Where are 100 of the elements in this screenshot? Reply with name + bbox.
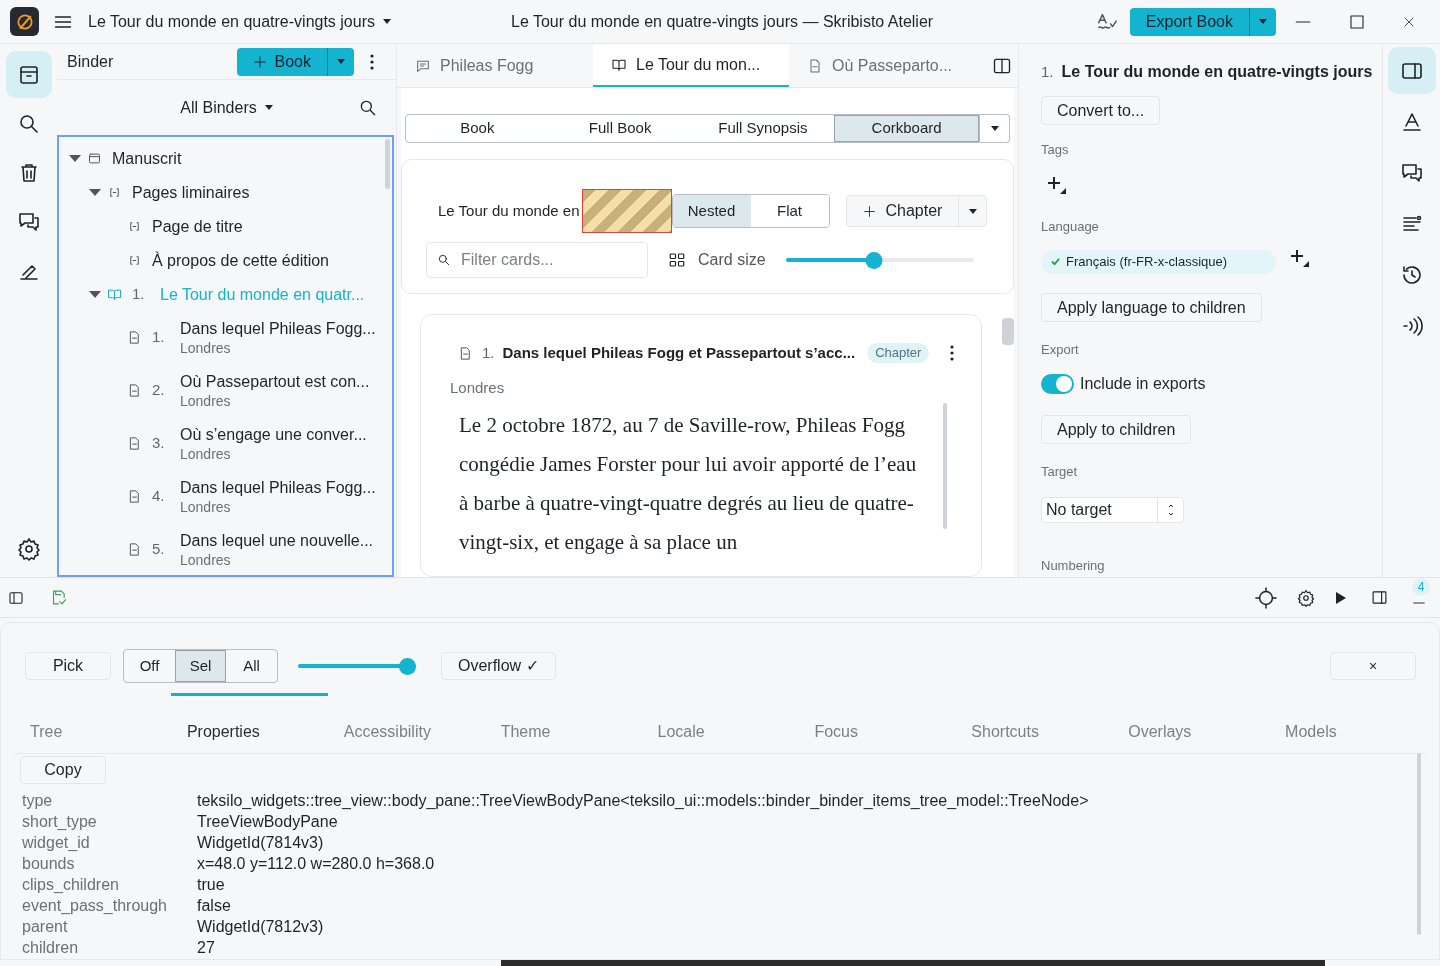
sidebar-button[interactable] bbox=[5, 51, 52, 98]
inspector-title: Le Tour du monde en quatre-vingts jours bbox=[1061, 62, 1373, 82]
devtools-tab[interactable]: Tree bbox=[14, 693, 171, 753]
tree-item-label[interactable]: Dans lequel Phileas Fogg... bbox=[180, 318, 376, 339]
devtools-tab[interactable]: Overlays bbox=[1112, 693, 1270, 753]
opacity-slider[interactable] bbox=[298, 657, 416, 675]
save-status-icon[interactable] bbox=[50, 589, 67, 606]
scrollbar[interactable] bbox=[385, 139, 390, 189]
layout-toggle[interactable]: Nested bbox=[672, 195, 751, 228]
scrollbar[interactable] bbox=[1002, 318, 1014, 345]
convert-button[interactable]: Convert to... bbox=[1041, 96, 1161, 125]
devtools-tab[interactable]: Locale bbox=[641, 693, 799, 753]
add-icon[interactable] bbox=[1290, 248, 1310, 268]
item-subtitle: Londres bbox=[180, 445, 232, 463]
editor-tab[interactable]: Le Tour du mon... bbox=[593, 44, 789, 87]
scrollbar[interactable] bbox=[943, 403, 947, 530]
tree-item-label[interactable]: Où s’engage une conver... bbox=[180, 424, 367, 445]
section-label: Tags bbox=[1041, 142, 1069, 157]
copy-button[interactable]: Copy bbox=[20, 756, 106, 784]
view-mode-button[interactable]: Full Book bbox=[548, 115, 692, 143]
tree-item-label[interactable]: Dans lequel une nouvelle... bbox=[180, 530, 374, 551]
property-value: false bbox=[197, 895, 231, 916]
property-value: WidgetId(7814v3) bbox=[197, 832, 324, 853]
close-button[interactable]: × bbox=[1330, 652, 1416, 680]
devtools-tab[interactable]: Properties bbox=[170, 693, 328, 753]
devtools-tab[interactable]: Models bbox=[1269, 693, 1426, 753]
item-number: 1. bbox=[152, 327, 166, 348]
property-name: short_type bbox=[22, 811, 98, 832]
property-value: WidgetId(7812v3) bbox=[197, 916, 324, 937]
add-icon[interactable] bbox=[1047, 175, 1067, 195]
more-icon[interactable] bbox=[949, 344, 956, 363]
settings-icon[interactable] bbox=[1297, 588, 1315, 607]
toggle-switch[interactable] bbox=[1041, 374, 1074, 394]
view-mode-button[interactable]: Full Synopsis bbox=[691, 115, 835, 143]
apply-to-children-button[interactable]: Apply to children bbox=[1041, 415, 1192, 444]
highlight-mode-button[interactable]: All bbox=[226, 650, 277, 682]
item-subtitle: Londres bbox=[180, 339, 232, 357]
property-value: teksilo_widgets::tree_view::body_pane::TreeViewBodyPane<teksilo_ui::models::binder_binder_items_tree_model::TreeNode> bbox=[197, 790, 1089, 811]
property-name: children bbox=[22, 937, 80, 958]
scrollbar[interactable] bbox=[1417, 753, 1421, 935]
sidebar-button[interactable] bbox=[1387, 47, 1436, 94]
property-value: true bbox=[197, 874, 225, 895]
pick-button[interactable]: Pick bbox=[25, 652, 111, 680]
tree-item-label[interactable]: Dans lequel Phileas Fogg... bbox=[180, 477, 376, 498]
spin-arrows-icon bbox=[1166, 502, 1175, 518]
card-number: 1. bbox=[482, 343, 495, 364]
tree-item-label[interactable]: À propos de cette édition bbox=[152, 249, 329, 271]
play-icon[interactable] bbox=[1335, 590, 1347, 605]
filter-field[interactable]: Filter cards... bbox=[426, 242, 648, 279]
document-icon bbox=[127, 330, 142, 345]
language-tag[interactable]: Français (fr-FR-x-classique) bbox=[1041, 249, 1276, 274]
view-mode-dropdown[interactable] bbox=[980, 114, 1010, 144]
tree-item-label[interactable]: Manuscrit bbox=[112, 147, 182, 169]
filter-input[interactable]: Filter cards... bbox=[461, 248, 637, 273]
book-icon bbox=[107, 286, 122, 302]
property-name: event_pass_through bbox=[22, 895, 168, 916]
section-label: Target bbox=[1041, 464, 1078, 479]
close-icon[interactable] bbox=[1403, 15, 1415, 28]
settings-icon[interactable] bbox=[16, 537, 41, 561]
apply-language-button[interactable]: Apply language to children bbox=[1041, 293, 1262, 322]
property-name: clips_children bbox=[22, 874, 120, 895]
tree-item-label[interactable]: Page de titre bbox=[152, 215, 243, 237]
maximize-icon[interactable] bbox=[1349, 13, 1365, 30]
section-label: Language bbox=[1041, 219, 1099, 234]
overflow-button[interactable]: Overflow ✓ bbox=[441, 652, 556, 680]
item-number: 3. bbox=[152, 433, 166, 454]
chapter-tag: Chapter bbox=[867, 343, 930, 364]
binder-filter-dropdown[interactable]: All Binders bbox=[180, 95, 273, 120]
devtools-tab[interactable]: Shortcuts bbox=[955, 693, 1113, 753]
card-size-slider[interactable] bbox=[785, 251, 974, 270]
side-panel-icon[interactable] bbox=[1371, 589, 1388, 606]
sidebar-toggle-icon[interactable] bbox=[8, 589, 24, 606]
card-subtitle: Londres bbox=[450, 378, 506, 399]
check-icon bbox=[1051, 257, 1060, 266]
window-title: Le Tour du monde en quatre-vingts jours — Skribisto Atelier bbox=[511, 11, 934, 32]
section-label: Numbering bbox=[1041, 558, 1105, 573]
plus-icon bbox=[862, 204, 876, 218]
caret-icon bbox=[264, 105, 273, 110]
highlight-mode-button[interactable]: Off bbox=[124, 650, 175, 682]
item-subtitle: Londres bbox=[180, 392, 232, 410]
tree-item-label[interactable]: Pages liminaires bbox=[132, 181, 250, 203]
project-dropdown[interactable]: Le Tour du monde en quatre-vingts jours bbox=[88, 9, 391, 34]
notification-badge: 4 bbox=[1412, 577, 1430, 596]
notification-icon[interactable] bbox=[1412, 599, 1426, 606]
devtools-tab[interactable]: Focus bbox=[798, 693, 956, 753]
target-spinbox[interactable]: No target bbox=[1041, 497, 1184, 523]
document-icon bbox=[127, 542, 142, 557]
caret-icon bbox=[968, 208, 977, 214]
crosshair-icon[interactable] bbox=[1255, 586, 1277, 609]
highlight-mode-button[interactable]: Sel bbox=[175, 650, 226, 682]
document-icon bbox=[807, 57, 823, 74]
tree-item-label[interactable]: Où Passepartout est con... bbox=[180, 371, 370, 392]
view-mode-button[interactable]: Corkboard bbox=[834, 115, 979, 143]
view-mode-button[interactable]: Book bbox=[406, 115, 549, 143]
editor-tab[interactable]: Phileas Fogg bbox=[397, 44, 593, 87]
section-label: Export bbox=[1041, 342, 1079, 357]
devtools-tab[interactable]: Theme bbox=[484, 693, 642, 753]
caret-icon bbox=[337, 59, 345, 64]
devtools-tab[interactable]: Accessibility bbox=[327, 693, 485, 753]
editor-tab[interactable]: Où Passeparto... bbox=[789, 44, 985, 87]
